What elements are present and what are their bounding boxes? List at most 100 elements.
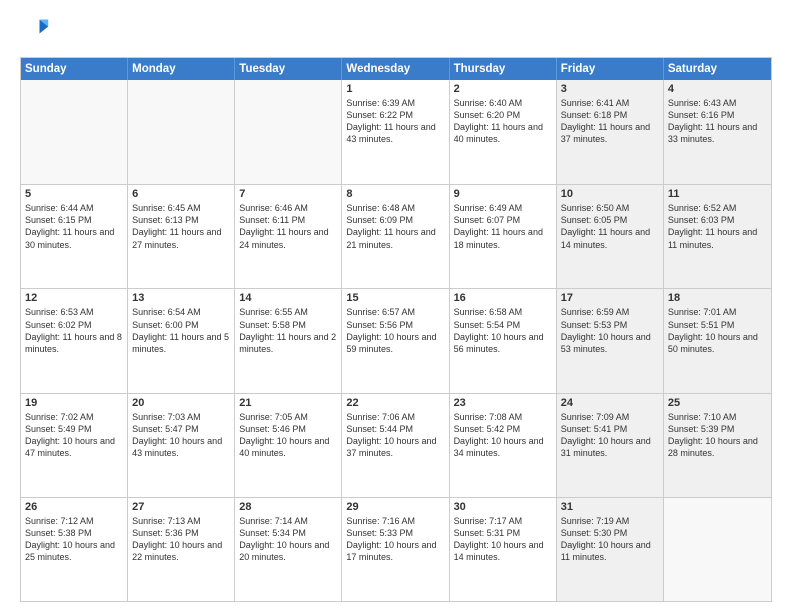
calendar-cell: 29Sunrise: 7:16 AM Sunset: 5:33 PM Dayli… (342, 498, 449, 601)
calendar-cell (664, 498, 771, 601)
day-number: 28 (239, 501, 337, 513)
day-number: 24 (561, 397, 659, 409)
weekday-header: Sunday (21, 58, 128, 80)
calendar-cell: 28Sunrise: 7:14 AM Sunset: 5:34 PM Dayli… (235, 498, 342, 601)
cell-info: Sunrise: 6:55 AM Sunset: 5:58 PM Dayligh… (239, 306, 337, 355)
weekday-header: Tuesday (235, 58, 342, 80)
cell-info: Sunrise: 6:49 AM Sunset: 6:07 PM Dayligh… (454, 202, 552, 251)
calendar-body: 1 Sunrise: 6:39 AM Sunset: 6:22 PM Daylig… (21, 80, 771, 601)
header (20, 16, 772, 49)
day-number: 18 (668, 292, 767, 304)
day-number: 12 (25, 292, 123, 304)
day-number: 17 (561, 292, 659, 304)
cell-info: Sunrise: 6:52 AM Sunset: 6:03 PM Dayligh… (668, 202, 767, 251)
day-number: 31 (561, 501, 659, 513)
day-number: 14 (239, 292, 337, 304)
calendar-cell (21, 80, 128, 184)
cell-info: Sunrise: 7:17 AM Sunset: 5:31 PM Dayligh… (454, 515, 552, 564)
day-number: 10 (561, 188, 659, 200)
cell-info: Sunrise: 7:05 AM Sunset: 5:46 PM Dayligh… (239, 411, 337, 460)
cell-info: Sunrise: 7:12 AM Sunset: 5:38 PM Dayligh… (25, 515, 123, 564)
day-number: 15 (346, 292, 444, 304)
cell-info: Sunrise: 6:40 AM Sunset: 6:20 PM Dayligh… (454, 97, 552, 146)
calendar-row: 1 Sunrise: 6:39 AM Sunset: 6:22 PM Daylig… (21, 80, 771, 184)
day-number: 19 (25, 397, 123, 409)
day-number: 22 (346, 397, 444, 409)
calendar-cell: 3Sunrise: 6:41 AM Sunset: 6:18 PM Daylig… (557, 80, 664, 184)
day-number: 5 (25, 188, 123, 200)
cell-info: Sunrise: 6:59 AM Sunset: 5:53 PM Dayligh… (561, 306, 659, 355)
calendar-cell: 4 Sunrise: 6:43 AM Sunset: 6:16 PM Daylig… (664, 80, 771, 184)
calendar-cell: 9 Sunrise: 6:49 AM Sunset: 6:07 PM Daylig… (450, 185, 557, 288)
day-number: 25 (668, 397, 767, 409)
calendar-cell: 5Sunrise: 6:44 AM Sunset: 6:15 PM Daylig… (21, 185, 128, 288)
day-number: 23 (454, 397, 552, 409)
cell-info: Sunrise: 6:53 AM Sunset: 6:02 PM Dayligh… (25, 306, 123, 355)
calendar-cell: 6 Sunrise: 6:45 AM Sunset: 6:13 PM Daylig… (128, 185, 235, 288)
logo (20, 16, 52, 49)
cell-info: Sunrise: 6:43 AM Sunset: 6:16 PM Dayligh… (668, 97, 767, 146)
cell-info: Sunrise: 6:39 AM Sunset: 6:22 PM Dayligh… (346, 97, 444, 146)
day-number: 21 (239, 397, 337, 409)
calendar-cell: 24 Sunrise: 7:09 AM Sunset: 5:41 PM Dayli… (557, 394, 664, 497)
calendar-row: 5Sunrise: 6:44 AM Sunset: 6:15 PM Daylig… (21, 184, 771, 288)
calendar-cell: 31Sunrise: 7:19 AM Sunset: 5:30 PM Dayli… (557, 498, 664, 601)
day-number: 2 (454, 83, 552, 95)
calendar-row: 19 Sunrise: 7:02 AM Sunset: 5:49 PM Dayli… (21, 393, 771, 497)
day-number: 7 (239, 188, 337, 200)
day-number: 4 (668, 83, 767, 95)
calendar-cell: 11 Sunrise: 6:52 AM Sunset: 6:03 PM Dayli… (664, 185, 771, 288)
weekday-header: Friday (557, 58, 664, 80)
cell-info: Sunrise: 7:10 AM Sunset: 5:39 PM Dayligh… (668, 411, 767, 460)
calendar-cell: 22Sunrise: 7:06 AM Sunset: 5:44 PM Dayli… (342, 394, 449, 497)
day-number: 1 (346, 83, 444, 95)
cell-info: Sunrise: 6:50 AM Sunset: 6:05 PM Dayligh… (561, 202, 659, 251)
calendar-header: SundayMondayTuesdayWednesdayThursdayFrid… (21, 58, 771, 80)
cell-info: Sunrise: 6:45 AM Sunset: 6:13 PM Dayligh… (132, 202, 230, 251)
day-number: 30 (454, 501, 552, 513)
cell-info: Sunrise: 6:58 AM Sunset: 5:54 PM Dayligh… (454, 306, 552, 355)
day-number: 3 (561, 83, 659, 95)
calendar-cell: 27 Sunrise: 7:13 AM Sunset: 5:36 PM Dayli… (128, 498, 235, 601)
cell-info: Sunrise: 6:46 AM Sunset: 6:11 PM Dayligh… (239, 202, 337, 251)
calendar-cell: 18 Sunrise: 7:01 AM Sunset: 5:51 PM Dayli… (664, 289, 771, 392)
calendar-cell: 10 Sunrise: 6:50 AM Sunset: 6:05 PM Dayli… (557, 185, 664, 288)
weekday-header: Saturday (664, 58, 771, 80)
calendar-row: 12 Sunrise: 6:53 AM Sunset: 6:02 PM Dayli… (21, 288, 771, 392)
cell-info: Sunrise: 6:57 AM Sunset: 5:56 PM Dayligh… (346, 306, 444, 355)
calendar-cell: 25 Sunrise: 7:10 AM Sunset: 5:39 PM Dayli… (664, 394, 771, 497)
calendar-cell (235, 80, 342, 184)
weekday-header: Monday (128, 58, 235, 80)
cell-info: Sunrise: 7:08 AM Sunset: 5:42 PM Dayligh… (454, 411, 552, 460)
cell-info: Sunrise: 7:02 AM Sunset: 5:49 PM Dayligh… (25, 411, 123, 460)
calendar-cell: 12 Sunrise: 6:53 AM Sunset: 6:02 PM Dayli… (21, 289, 128, 392)
calendar-cell: 17 Sunrise: 6:59 AM Sunset: 5:53 PM Dayli… (557, 289, 664, 392)
calendar-cell: 26 Sunrise: 7:12 AM Sunset: 5:38 PM Dayli… (21, 498, 128, 601)
cell-info: Sunrise: 7:03 AM Sunset: 5:47 PM Dayligh… (132, 411, 230, 460)
day-number: 9 (454, 188, 552, 200)
calendar: SundayMondayTuesdayWednesdayThursdayFrid… (20, 57, 772, 602)
cell-info: Sunrise: 6:48 AM Sunset: 6:09 PM Dayligh… (346, 202, 444, 251)
day-number: 6 (132, 188, 230, 200)
calendar-cell: 14 Sunrise: 6:55 AM Sunset: 5:58 PM Dayli… (235, 289, 342, 392)
calendar-cell: 19 Sunrise: 7:02 AM Sunset: 5:49 PM Dayli… (21, 394, 128, 497)
day-number: 26 (25, 501, 123, 513)
cell-info: Sunrise: 7:13 AM Sunset: 5:36 PM Dayligh… (132, 515, 230, 564)
calendar-cell: 21 Sunrise: 7:05 AM Sunset: 5:46 PM Dayli… (235, 394, 342, 497)
cell-info: Sunrise: 7:16 AM Sunset: 5:33 PM Dayligh… (346, 515, 444, 564)
calendar-cell: 20 Sunrise: 7:03 AM Sunset: 5:47 PM Dayli… (128, 394, 235, 497)
day-number: 8 (346, 188, 444, 200)
day-number: 11 (668, 188, 767, 200)
calendar-row: 26 Sunrise: 7:12 AM Sunset: 5:38 PM Dayli… (21, 497, 771, 601)
calendar-cell: 1 Sunrise: 6:39 AM Sunset: 6:22 PM Daylig… (342, 80, 449, 184)
calendar-cell: 30 Sunrise: 7:17 AM Sunset: 5:31 PM Dayli… (450, 498, 557, 601)
cell-info: Sunrise: 7:09 AM Sunset: 5:41 PM Dayligh… (561, 411, 659, 460)
calendar-cell (128, 80, 235, 184)
day-number: 20 (132, 397, 230, 409)
day-number: 27 (132, 501, 230, 513)
calendar-page: SundayMondayTuesdayWednesdayThursdayFrid… (0, 0, 792, 612)
cell-info: Sunrise: 6:54 AM Sunset: 6:00 PM Dayligh… (132, 306, 230, 355)
weekday-header: Thursday (450, 58, 557, 80)
cell-info: Sunrise: 7:01 AM Sunset: 5:51 PM Dayligh… (668, 306, 767, 355)
calendar-cell: 15 Sunrise: 6:57 AM Sunset: 5:56 PM Dayli… (342, 289, 449, 392)
